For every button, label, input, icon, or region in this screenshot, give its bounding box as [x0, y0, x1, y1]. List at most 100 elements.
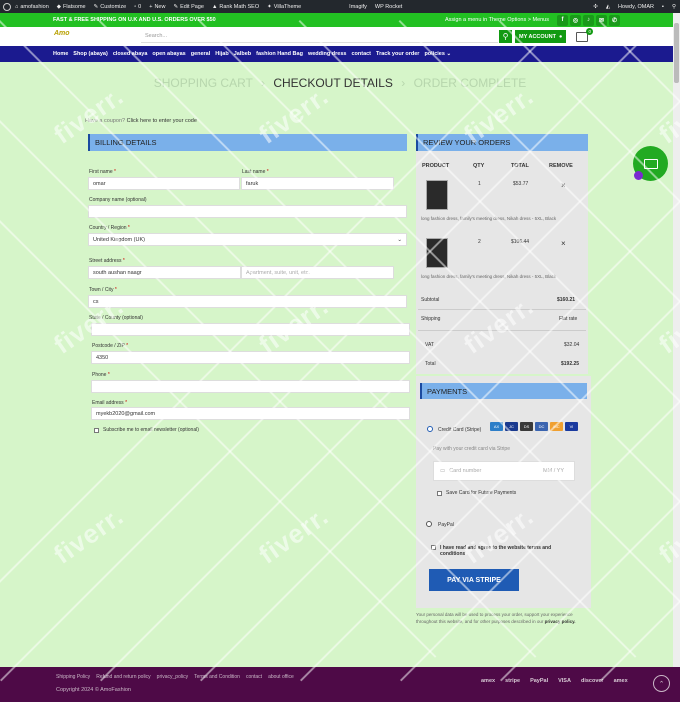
vat-label: VAT [425, 342, 434, 348]
chevron-down-icon: ⌄ [397, 236, 402, 243]
admin-rank-math-link[interactable]: ▲ Rank Math SEO [208, 4, 263, 10]
nav-item-general[interactable]: general [191, 51, 211, 57]
plus-icon: + [149, 3, 153, 10]
promo-text: FAST & FREE SHIPPING ON U.K AND U.S. ORD… [53, 17, 216, 23]
card-number-input[interactable]: ▭ Card number MM / YY [433, 461, 575, 481]
nav-item-home[interactable]: Home [53, 51, 68, 57]
stripe-radio[interactable] [427, 426, 433, 432]
footer-link-contact[interactable]: contact [246, 674, 262, 680]
remove-icon[interactable]: × [561, 181, 566, 190]
paypal-radio[interactable] [426, 521, 432, 527]
footer-link-about[interactable]: about office [268, 674, 294, 680]
step-checkout-details[interactable]: CHECKOUT DETAILS [273, 76, 393, 90]
menu-hint[interactable]: Assign a menu in Theme Options > Menus [445, 17, 549, 23]
settings-icon[interactable]: ✣ [589, 4, 602, 10]
country-select[interactable]: United Kingdom (UK) ⌄ [88, 233, 407, 246]
nav-item-jalbeb[interactable]: Jalbeb [234, 51, 251, 57]
pay-via-stripe-button[interactable]: PAY VIA STRIPE [429, 569, 519, 591]
admin-new-link[interactable]: + New [145, 4, 169, 10]
search-input[interactable]: Search... [141, 31, 498, 43]
phone-icon[interactable]: ✆ [609, 14, 620, 26]
paypal-label[interactable]: PayPal [438, 522, 454, 528]
subscribe-checkbox[interactable]: Subscribe me to email newsletter (option… [94, 427, 199, 433]
watermark-line [0, 20, 437, 658]
nav-item-shop[interactable]: Shop (abaya) [73, 51, 108, 57]
item-qty: 1 [478, 181, 481, 187]
nav-item-contact[interactable]: contact [351, 51, 371, 57]
admin-site-link[interactable]: ⌂ amofashion [11, 4, 53, 10]
nav-item-open-abayas[interactable]: open abayas [152, 51, 185, 57]
item-name[interactable]: long fashion dress, family's meeting dre… [421, 216, 591, 221]
mastercard-icon: MC [550, 422, 563, 431]
admin-imagify-link[interactable]: Imagify [345, 4, 371, 10]
checkbox-icon[interactable] [431, 545, 436, 550]
admin-villatheme-link[interactable]: ✦ VillaTheme [263, 4, 305, 10]
company-input[interactable] [88, 205, 407, 218]
villatheme-icon: ✦ [267, 3, 272, 10]
tiktok-icon[interactable]: ♪ [583, 14, 594, 26]
admin-customize-link[interactable]: ✎ Customize [90, 4, 131, 10]
brush-icon: ✎ [93, 3, 99, 10]
town-label: Town / City * [89, 287, 117, 293]
footer-link-privacy[interactable]: privacy_policy [157, 674, 188, 680]
product-thumbnail[interactable] [426, 180, 448, 210]
nav-item-hand-bag[interactable]: fashion Hand Bag [256, 51, 303, 57]
bell-icon[interactable]: ◭ [602, 4, 614, 10]
page-scrollbar[interactable] [673, 13, 680, 667]
avatar[interactable]: ▪ [658, 4, 668, 10]
instagram-icon[interactable]: ◎ [570, 14, 581, 26]
admin-howdy-link[interactable]: Howdy, OMAR [614, 4, 658, 10]
expiry-input[interactable]: MM / YY [543, 468, 564, 474]
first-name-input[interactable]: omar [88, 177, 240, 190]
wordpress-icon[interactable] [3, 2, 11, 11]
remove-icon[interactable]: × [561, 239, 566, 248]
checkbox-icon[interactable] [437, 490, 442, 496]
terms-checkbox[interactable]: I have read and agree to the website ter… [431, 545, 571, 557]
last-name-input[interactable]: faruk [241, 177, 394, 190]
coupon-link[interactable]: Click here to enter your code [127, 118, 197, 124]
nav-item-wedding-dress[interactable]: wedding dress [308, 51, 347, 57]
street-input[interactable]: south aushan naagr [88, 266, 241, 279]
county-input[interactable] [91, 323, 410, 336]
stripe-label[interactable]: Credit Card (Stripe) [438, 427, 481, 433]
footer-link-terms[interactable]: Terms and Condition [194, 674, 240, 680]
save-card-checkbox[interactable]: Save Card for Future Payments [437, 490, 516, 496]
stripe-description: Pay with your credit card via Stripe [433, 446, 510, 452]
admin-edit-page-link[interactable]: ✎ Edit Page [169, 4, 207, 10]
chevron-up-icon: ⌃ [658, 680, 665, 688]
admin-wp-rocket-link[interactable]: WP Rocket [371, 4, 406, 10]
cart-icon[interactable]: 0 [576, 27, 594, 42]
item-name[interactable]: long fashion dress, family's meeting dre… [421, 274, 591, 279]
promo-bar: FAST & FREE SHIPPING ON U.K AND U.S. ORD… [0, 13, 680, 27]
cart-icon [643, 158, 658, 169]
facebook-icon[interactable]: f [557, 14, 568, 26]
nav-item-closed-abaya[interactable]: closed abaya [113, 51, 148, 57]
admin-comments-link[interactable]: ▫ 0 [130, 4, 145, 10]
back-to-top-button[interactable]: ⌃ [653, 675, 670, 692]
footer-link-shipping[interactable]: Shipping Policy [56, 674, 90, 680]
postcode-input[interactable]: 4350 [91, 351, 410, 364]
town-input[interactable]: cs [88, 295, 407, 308]
step-shopping-cart[interactable]: SHOPPING CART [154, 76, 253, 90]
apartment-input[interactable]: Apartment, suite, unit, etc. [241, 266, 394, 279]
checkbox-icon[interactable] [94, 427, 99, 433]
scrollbar-thumb[interactable] [674, 23, 679, 83]
home-icon: ⌂ [15, 3, 19, 10]
email-icon[interactable]: ✉ [596, 14, 607, 26]
jcb-icon: JC [505, 422, 518, 431]
my-account-button[interactable]: MY ACCOUNT ● [515, 30, 567, 43]
last-name-label: Last name * [242, 169, 269, 175]
email-field[interactable]: myekb2020@gmail.com [91, 407, 410, 420]
product-thumbnail[interactable] [426, 238, 448, 268]
phone-input[interactable] [91, 380, 410, 393]
cart-count-badge: 0 [586, 27, 594, 35]
nav-item-hijab[interactable]: Hijab [215, 51, 228, 57]
nav-item-track-order[interactable]: Track your order [376, 51, 419, 57]
nav-item-policies[interactable]: policies ⌄ [424, 51, 451, 57]
privacy-policy-link[interactable]: privacy policy. [545, 619, 576, 624]
footer-link-refund[interactable]: Refund and return policy [96, 674, 150, 680]
search-icon[interactable]: ⚲ [668, 4, 680, 10]
admin-flatsome-link[interactable]: ◆ Flatsome [53, 4, 90, 10]
site-logo[interactable]: Amo [54, 30, 74, 43]
search-button[interactable]: ⚲ [499, 30, 512, 43]
